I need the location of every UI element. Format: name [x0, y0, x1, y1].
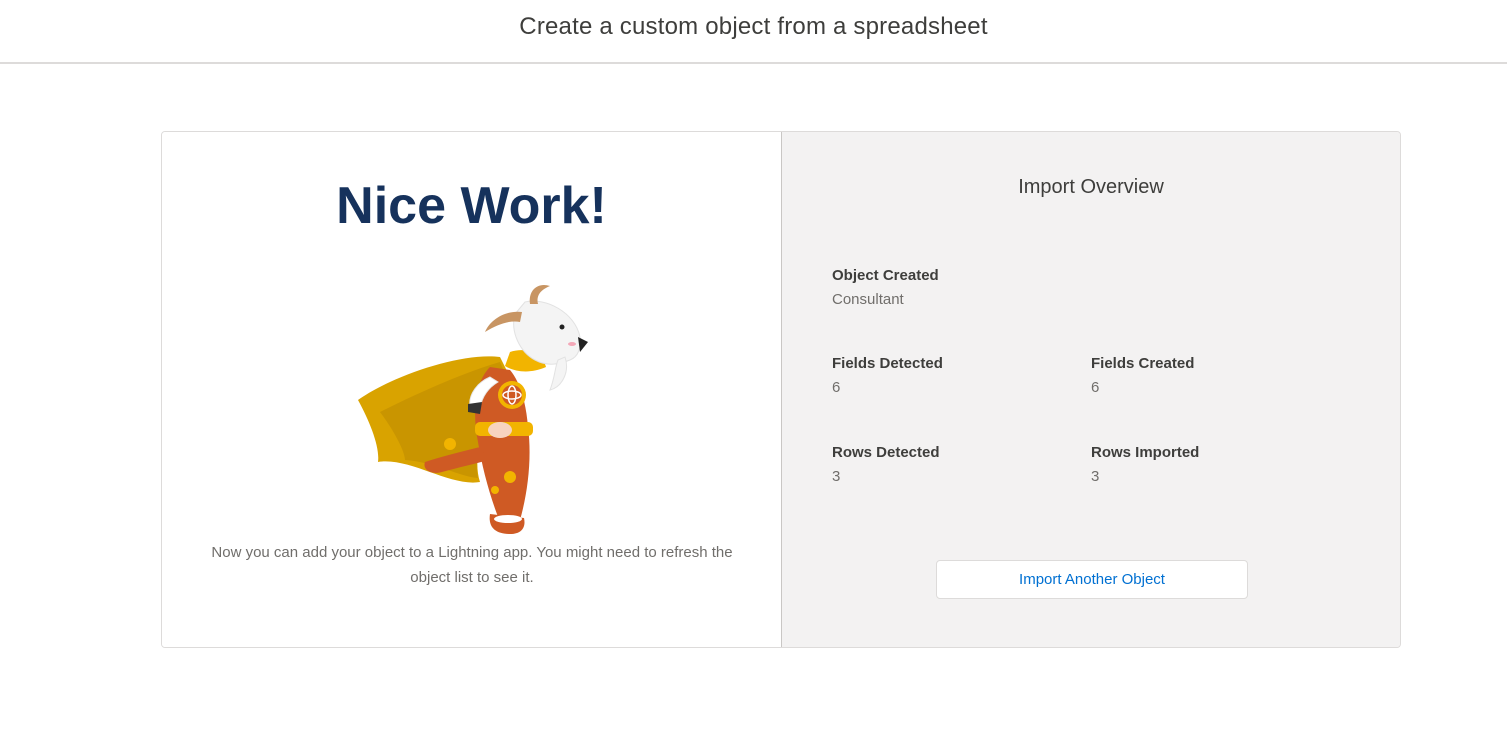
stat-value: 6 [832, 379, 841, 396]
stat-label: Rows Detected [832, 444, 940, 461]
stat-fields-created: Fields Created 6 [1091, 354, 1194, 398]
import-another-object-button[interactable]: Import Another Object [936, 560, 1248, 599]
stat-rows-detected: Rows Detected 3 [832, 443, 940, 487]
stat-fields-detected: Fields Detected 6 [832, 354, 943, 398]
stat-value: Consultant [832, 291, 904, 308]
stat-value: 3 [832, 468, 841, 485]
stat-label: Fields Detected [832, 355, 943, 372]
overview-title: Import Overview [1018, 176, 1164, 198]
stat-object-created: Object Created Consultant [832, 266, 939, 310]
stat-label: Object Created [832, 267, 939, 284]
stat-value: 6 [1091, 379, 1100, 396]
stat-label: Rows Imported [1091, 444, 1200, 461]
success-panel: Nice Work! Now you can add your object t… [162, 132, 782, 647]
goat-superhero-mascot-icon [358, 284, 588, 534]
stat-rows-imported: Rows Imported 3 [1091, 443, 1199, 487]
page-title: Create a custom object from a spreadshee… [519, 13, 988, 40]
import-result-card: Nice Work! Now you can add your object t… [161, 131, 1401, 648]
stat-value: 3 [1091, 468, 1100, 485]
stat-label: Fields Created [1091, 355, 1195, 372]
success-message: Now you can add your object to a Lightni… [211, 544, 733, 586]
import-overview-panel: Import Overview Object Created Consultan… [782, 132, 1400, 647]
page-header: Create a custom object from a spreadshee… [0, 0, 1507, 64]
success-headline: Nice Work! [336, 177, 607, 235]
